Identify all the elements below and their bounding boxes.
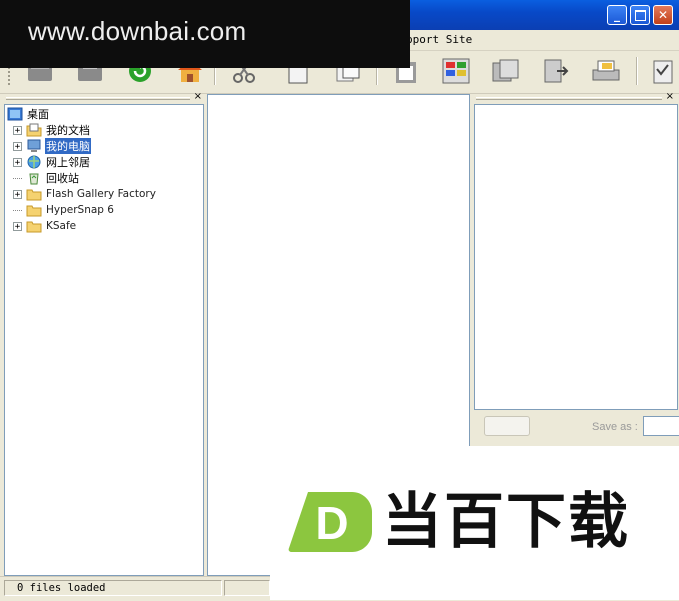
recycle-bin-icon: [29, 173, 39, 185]
close-icon: ✕: [657, 8, 669, 22]
tree-node-ksafe[interactable]: + KSafe: [13, 218, 77, 234]
folder-icon: [26, 205, 42, 217]
documents-folder-icon: [26, 123, 42, 137]
svg-text:D: D: [315, 497, 348, 549]
watermark-url: www.downbai.com: [28, 16, 247, 46]
folder-pane-header: ×: [4, 91, 204, 103]
tree-node-label: 回收站: [46, 172, 79, 185]
export-icon: [544, 59, 569, 83]
status-files-loaded: 0 files loaded: [4, 580, 222, 596]
expand-icon[interactable]: +: [13, 157, 22, 167]
folder-icon: [26, 221, 42, 233]
network-icon: [27, 155, 41, 169]
menu-support-site[interactable]: pport Site: [406, 33, 472, 46]
expand-icon[interactable]: +: [13, 189, 22, 199]
maximize-button[interactable]: [630, 5, 650, 25]
downbai-logo-icon: D: [288, 492, 372, 552]
tree-node-my-documents[interactable]: + 我的文档: [13, 122, 91, 138]
preview-pane-header: ×: [474, 91, 676, 103]
tree-node-flash-gallery-factory[interactable]: + Flash Gallery Factory: [13, 186, 157, 202]
save-as-input[interactable]: [643, 416, 679, 436]
close-pane-icon[interactable]: ×: [194, 91, 202, 102]
print-icon: [592, 60, 620, 81]
thumbnails-icon: [442, 58, 470, 84]
preview-pane[interactable]: [474, 104, 678, 410]
toolbar-separator: [636, 57, 638, 85]
print-button[interactable]: [590, 55, 622, 87]
tree-node-label: 我的电脑: [45, 138, 91, 154]
computer-icon: [27, 139, 41, 152]
tree-node-recycle-bin[interactable]: 回收站: [13, 170, 80, 186]
tree-node-network[interactable]: + 网上邻居: [13, 154, 91, 170]
expand-icon[interactable]: +: [13, 221, 22, 231]
status-cell-2: [224, 580, 270, 596]
watermark-banner: www.downbai.com: [0, 0, 410, 68]
thumbnails-button[interactable]: [440, 55, 472, 87]
close-button[interactable]: ✕: [653, 5, 673, 25]
tree-node-label: Flash Gallery Factory: [46, 188, 156, 200]
tree-node-label: 网上邻居: [46, 156, 90, 169]
tree-node-my-computer[interactable]: + 我的电脑: [13, 138, 91, 154]
minimize-button[interactable]: _: [607, 5, 627, 25]
tree-node-desktop[interactable]: 桌面: [7, 106, 50, 122]
tree-node-hypersnap[interactable]: HyperSnap 6: [13, 202, 115, 218]
close-pane-icon[interactable]: ×: [666, 91, 674, 102]
tree-node-label: 我的文档: [46, 124, 90, 137]
export-button[interactable]: [540, 55, 572, 87]
folder-icon: [26, 189, 42, 201]
slideshow-icon: [492, 59, 519, 82]
watermark-brand-text: 当百下载: [382, 487, 630, 557]
watermark-logo-block: D 当百下载: [270, 446, 679, 600]
expand-icon[interactable]: +: [13, 125, 22, 135]
slideshow-button[interactable]: [490, 55, 522, 87]
tree-node-label: HyperSnap 6: [46, 204, 114, 216]
save-as-label: Save as :: [592, 421, 638, 433]
tree-node-label: 桌面: [27, 108, 49, 121]
tree-node-label: KSafe: [46, 220, 77, 232]
desktop-icon: [7, 107, 23, 121]
minimize-icon: _: [614, 8, 620, 22]
action-button[interactable]: [484, 416, 530, 436]
maximize-icon: [634, 9, 646, 21]
expand-icon[interactable]: +: [13, 141, 22, 151]
more-button[interactable]: [646, 55, 678, 87]
more-icon: [653, 60, 673, 84]
